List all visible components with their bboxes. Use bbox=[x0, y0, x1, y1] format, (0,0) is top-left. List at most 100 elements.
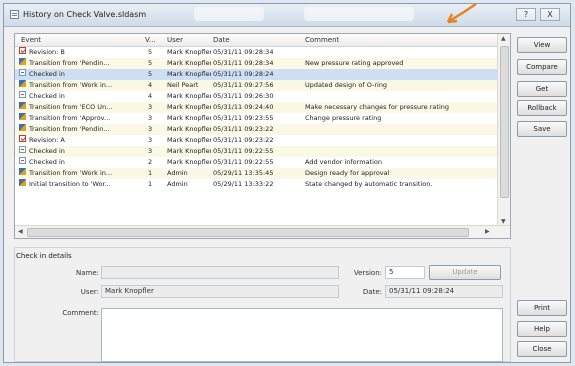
cell-comment: Design ready for approval bbox=[305, 169, 390, 177]
list-header: Event V... User Date Comment bbox=[15, 34, 498, 47]
close-title-button[interactable]: X bbox=[540, 8, 560, 21]
horizontal-scroll-thumb[interactable] bbox=[27, 228, 469, 237]
help-title-button[interactable]: ? bbox=[516, 8, 536, 21]
cell-user: Mark Knopfler bbox=[167, 103, 211, 111]
cell-version: 3 bbox=[148, 114, 153, 122]
cell-version: 4 bbox=[148, 92, 153, 100]
orange-arrow-icon bbox=[446, 4, 477, 24]
cell-user: Mark Knopfler bbox=[167, 70, 211, 78]
cell-version: 5 bbox=[148, 59, 153, 67]
vertical-scroll-thumb[interactable] bbox=[500, 46, 509, 198]
compare-button[interactable]: Compare bbox=[517, 59, 567, 75]
cell-user: Admin bbox=[167, 169, 188, 177]
cell-version: 5 bbox=[148, 70, 153, 78]
column-version[interactable]: V... bbox=[145, 36, 156, 44]
horizontal-scrollbar[interactable]: ◀ ▶ bbox=[15, 225, 510, 238]
history-dialog: History on Check Valve.sldasm ? X Event … bbox=[3, 3, 571, 363]
cell-date: 05/29/11 13:33:22 bbox=[213, 180, 274, 188]
comment-label: Comment: bbox=[62, 309, 99, 317]
window-title: History on Check Valve.sldasm bbox=[23, 10, 147, 19]
rollback-button[interactable]: Rollback bbox=[517, 100, 567, 116]
title-bar[interactable]: History on Check Valve.sldasm ? X bbox=[4, 4, 570, 27]
cell-date: 05/31/11 09:23:22 bbox=[213, 125, 274, 133]
scroll-up-icon[interactable]: ▲ bbox=[501, 35, 506, 42]
cell-user: Admin bbox=[167, 180, 188, 188]
cell-date: 05/31/11 09:27:56 bbox=[213, 81, 274, 89]
cell-user: Mark Knopfler bbox=[167, 48, 211, 56]
scroll-down-icon[interactable]: ▼ bbox=[501, 218, 506, 225]
cell-comment: Add vendor information bbox=[305, 158, 382, 166]
cell-version: 2 bbox=[148, 158, 153, 166]
scroll-left-icon[interactable]: ◀ bbox=[18, 228, 23, 235]
version-label: Version: bbox=[353, 269, 382, 277]
comment-textarea[interactable] bbox=[101, 308, 503, 362]
cell-version: 3 bbox=[148, 125, 153, 133]
cell-event: Checked in bbox=[29, 147, 65, 155]
transition-icon bbox=[19, 113, 26, 120]
title-glare bbox=[194, 7, 264, 21]
column-event[interactable]: Event bbox=[21, 36, 41, 44]
cell-event: Initial transition to 'Wor... bbox=[29, 180, 111, 188]
scroll-right-icon[interactable]: ▶ bbox=[485, 228, 490, 235]
column-comment[interactable]: Comment bbox=[305, 36, 339, 44]
history-row[interactable]: Transition from 'Pendin... 3 Mark Knopfler… bbox=[15, 124, 498, 135]
cell-date: 05/31/11 09:23:55 bbox=[213, 114, 274, 122]
cell-comment: State changed by automatic transition. bbox=[305, 180, 433, 188]
cell-version: 1 bbox=[148, 169, 153, 177]
title-glare bbox=[304, 7, 414, 21]
cell-date: 05/31/11 09:23:22 bbox=[213, 136, 274, 144]
cell-version: 3 bbox=[148, 103, 153, 111]
history-row[interactable]: Checked in 3 Mark Knopfler 05/31/11 09:22:5… bbox=[15, 146, 498, 157]
history-row[interactable]: Checked in 4 Mark Knopfler 05/31/11 09:26:3… bbox=[15, 91, 498, 102]
cell-date: 05/31/11 09:22:55 bbox=[213, 147, 274, 155]
cell-event: Transition from 'Pendin... bbox=[29, 125, 110, 133]
vertical-scrollbar[interactable]: ▲ ▼ bbox=[497, 34, 510, 227]
cell-event: Transition from 'Pendin... bbox=[29, 59, 110, 67]
user-label: User: bbox=[80, 288, 99, 296]
help-button[interactable]: Help bbox=[517, 321, 567, 337]
checkin-icon bbox=[19, 146, 26, 153]
history-row[interactable]: Transition from 'ECO Un... 3 Mark Knopfler… bbox=[15, 102, 498, 113]
view-button[interactable]: View bbox=[517, 37, 567, 53]
cell-event: Revision: B bbox=[29, 48, 65, 56]
history-row[interactable]: Checked in 2 Mark Knopfler 05/31/11 09:22:5… bbox=[15, 157, 498, 168]
history-row[interactable]: Transition from 'Work in... 4 Neil Peart 05… bbox=[15, 80, 498, 91]
column-user[interactable]: User bbox=[167, 36, 183, 44]
cell-event: Transition from 'ECO Un... bbox=[29, 103, 113, 111]
cell-version: 4 bbox=[148, 81, 153, 89]
print-button[interactable]: Print bbox=[517, 300, 567, 316]
history-row[interactable]: Transition from 'Pendin... 5 Mark Knopfler… bbox=[15, 58, 498, 69]
checkin-icon bbox=[19, 91, 26, 98]
save-button[interactable]: Save bbox=[517, 121, 567, 137]
history-row[interactable]: Initial transition to 'Wor... 1 Admin 05/29… bbox=[15, 179, 498, 190]
update-button[interactable]: Update bbox=[429, 265, 501, 280]
column-date[interactable]: Date bbox=[213, 36, 230, 44]
checkin-icon bbox=[19, 157, 26, 164]
cell-comment: Updated design of O-ring bbox=[305, 81, 388, 89]
revision-icon bbox=[19, 47, 26, 54]
close-button[interactable]: Close bbox=[517, 341, 567, 357]
cell-event: Transition from 'Work in... bbox=[29, 81, 113, 89]
history-row[interactable]: Revision: B 5 Mark Knopfler 05/31/11 09:28:… bbox=[15, 47, 498, 58]
history-list[interactable]: Event V... User Date Comment Revision: B… bbox=[14, 33, 511, 239]
cell-user: Mark Knopfler bbox=[167, 59, 211, 67]
cell-version: 1 bbox=[148, 180, 153, 188]
cell-date: 05/31/11 09:28:34 bbox=[213, 48, 274, 56]
history-rows: Revision: B 5 Mark Knopfler 05/31/11 09:28:… bbox=[15, 47, 498, 190]
history-row[interactable]: Checked in 5 Mark Knopfler 05/31/11 09:28:2… bbox=[15, 69, 498, 80]
history-row[interactable]: Transition from 'Work in... 1 Admin 05/29/1… bbox=[15, 168, 498, 179]
get-button[interactable]: Get bbox=[517, 81, 567, 97]
cell-user: Mark Knopfler bbox=[167, 114, 211, 122]
history-row[interactable]: Revision: A 3 Mark Knopfler 05/31/11 09:23:… bbox=[15, 135, 498, 146]
cell-version: 5 bbox=[148, 48, 153, 56]
user-field: Mark Knopfler bbox=[101, 285, 339, 298]
cell-date: 05/31/11 09:24:40 bbox=[213, 103, 274, 111]
transition-icon bbox=[19, 80, 26, 87]
version-field[interactable]: 5 bbox=[385, 266, 425, 279]
cell-event: Checked in bbox=[29, 70, 65, 78]
transition-icon bbox=[19, 168, 26, 175]
revision-icon bbox=[19, 135, 26, 142]
history-row[interactable]: Transition from 'Approv... 3 Mark Knopfler… bbox=[15, 113, 498, 124]
date-label: Date: bbox=[362, 288, 382, 296]
cell-version: 3 bbox=[148, 136, 153, 144]
